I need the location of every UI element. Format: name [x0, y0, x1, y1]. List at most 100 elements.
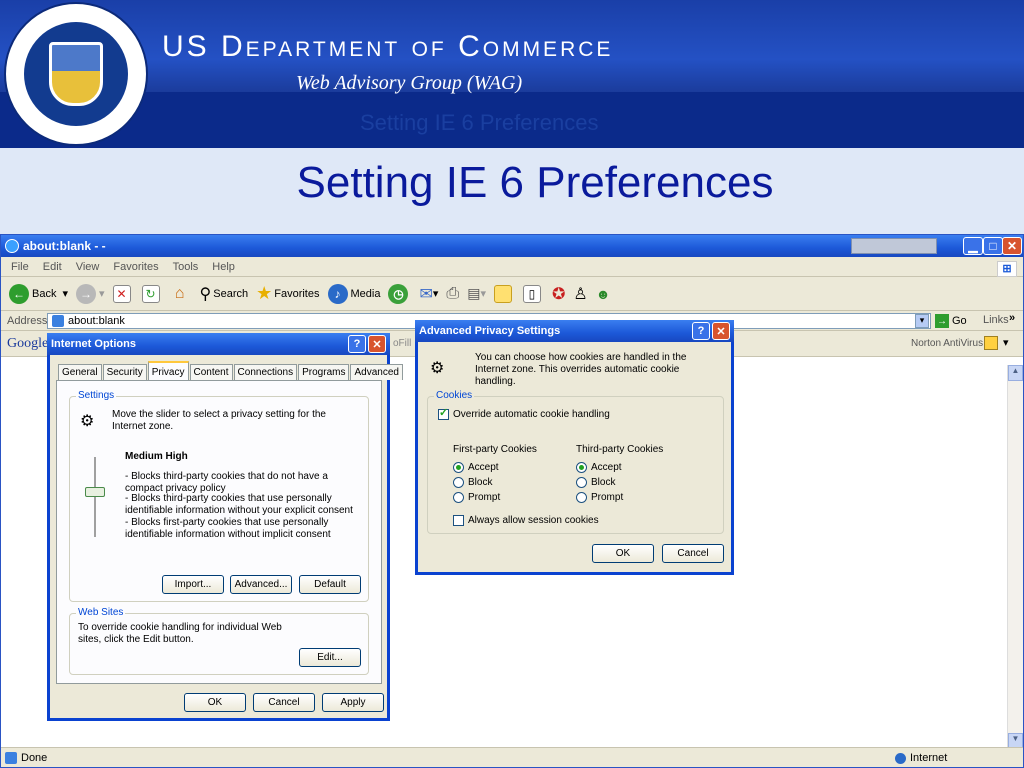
tab-programs[interactable]: Programs: [298, 364, 350, 380]
forward-dropdown-icon[interactable]: ▾: [99, 287, 105, 300]
media-button[interactable]: ♪ Media: [327, 283, 380, 304]
first-prompt-radio[interactable]: Prompt: [453, 492, 500, 504]
links-chevron-icon[interactable]: »: [1009, 312, 1015, 324]
menu-file[interactable]: File: [11, 261, 29, 273]
edit-page-icon: ▤: [467, 285, 481, 301]
edit-button[interactable]: Edit...: [299, 648, 361, 667]
back-dropdown-icon[interactable]: ▾: [62, 287, 68, 300]
dialog-close-button[interactable]: ✕: [368, 335, 386, 353]
maximize-button[interactable]: □: [983, 237, 1003, 255]
advanced-close-button[interactable]: ✕: [712, 322, 730, 340]
standard-toolbar: ← Back ▾ → ▾ ✕ ↻ ⌂ ⚲ Search ★ Favorites ♪ Medi…: [1, 277, 1023, 311]
session-check-icon[interactable]: [453, 515, 464, 526]
page-icon: [52, 315, 64, 327]
close-button[interactable]: ✕: [1002, 237, 1022, 255]
third-prompt-label: Prompt: [591, 492, 624, 504]
mail-button[interactable]: ✉ ▾: [419, 284, 438, 304]
go-label: Go: [952, 315, 967, 327]
override-check-icon[interactable]: [438, 407, 449, 420]
internet-options-titlebar: Internet Options ? ✕: [47, 333, 390, 355]
tab-privacy[interactable]: Privacy: [147, 361, 189, 380]
norton-icon[interactable]: [984, 336, 998, 350]
print-button[interactable]: ⎙: [446, 285, 459, 303]
window-title: about:blank - -: [23, 239, 106, 253]
tab-connections[interactable]: Connections: [233, 364, 298, 380]
menu-help[interactable]: Help: [212, 261, 235, 273]
back-arrow-icon: ←: [9, 283, 29, 304]
menu-tools[interactable]: Tools: [173, 261, 199, 273]
settings-intro-text: Move the slider to select a privacy sett…: [112, 409, 326, 432]
third-accept-radio[interactable]: Accept: [576, 462, 622, 474]
history-icon: ◷: [388, 283, 409, 304]
contacts-button[interactable]: ☻: [596, 286, 611, 302]
media-icon: ♪: [327, 283, 348, 304]
forward-button[interactable]: → ▾: [76, 283, 105, 304]
menu-favorites[interactable]: Favorites: [113, 261, 158, 273]
discuss-button[interactable]: [493, 284, 515, 303]
menu-view[interactable]: View: [76, 261, 100, 273]
radio-icon: [453, 462, 464, 473]
research-button[interactable]: ▯: [522, 284, 544, 303]
home-button[interactable]: ⌂: [171, 285, 192, 303]
refresh-button[interactable]: ↻: [141, 284, 163, 303]
override-checkbox[interactable]: Override automatic cookie handling: [438, 407, 610, 421]
tab-security[interactable]: Security: [102, 364, 147, 380]
links-label[interactable]: Links: [983, 314, 1009, 326]
advanced-button[interactable]: Advanced...: [230, 575, 292, 594]
tab-content[interactable]: Content: [189, 364, 233, 380]
google-logo[interactable]: Google: [7, 336, 48, 352]
default-button[interactable]: Default: [299, 575, 361, 594]
home-icon: ⌂: [174, 284, 185, 302]
privacy-slider-handle[interactable]: [85, 487, 105, 497]
first-prompt-label: Prompt: [468, 492, 501, 504]
advanced-ok-button[interactable]: OK: [592, 544, 654, 563]
menu-edit[interactable]: Edit: [43, 261, 62, 273]
vertical-scrollbar[interactable]: ▲ ▼: [1007, 365, 1023, 749]
edit-page-button[interactable]: ▤ ▾: [467, 285, 486, 302]
stop-button[interactable]: ✕: [112, 284, 134, 303]
award-button[interactable]: ✪: [552, 284, 565, 304]
messenger-button[interactable]: ♙: [573, 284, 587, 304]
norton-dropdown-icon[interactable]: ▾: [1003, 336, 1009, 349]
search-button[interactable]: ⚲ Search: [200, 284, 249, 304]
autofill-label[interactable]: oFill: [393, 338, 411, 349]
address-value: about:blank: [68, 315, 125, 327]
mail-dropdown-icon[interactable]: ▾: [433, 287, 439, 300]
globe-icon: [895, 752, 906, 764]
status-text: Done: [21, 751, 48, 764]
minimize-button[interactable]: ▁: [963, 237, 983, 255]
first-block-radio[interactable]: Block: [453, 477, 492, 489]
ok-button[interactable]: OK: [184, 693, 246, 712]
third-prompt-radio[interactable]: Prompt: [576, 492, 623, 504]
scroll-up-icon[interactable]: ▲: [1008, 365, 1023, 381]
back-button[interactable]: ← Back ▾: [9, 283, 68, 304]
edit-dropdown-icon[interactable]: ▾: [480, 287, 486, 300]
cancel-button[interactable]: Cancel: [253, 693, 315, 712]
third-block-label: Block: [591, 477, 616, 489]
seal-inner: [24, 22, 128, 126]
favorites-star-icon: ★: [256, 283, 273, 303]
norton-label[interactable]: Norton AntiVirus: [911, 338, 983, 349]
go-arrow-icon: →: [935, 314, 949, 328]
third-block-radio[interactable]: Block: [576, 477, 615, 489]
status-page-icon: [5, 751, 17, 764]
ghost-title: Setting IE 6 Preferences: [360, 110, 599, 135]
import-button[interactable]: Import...: [162, 575, 224, 594]
favorites-label: Favorites: [274, 287, 320, 300]
internet-options-dialog: Internet Options ? ✕ General Security Pr…: [47, 333, 403, 721]
address-dropdown-icon[interactable]: ▾: [915, 314, 929, 328]
slider-track[interactable]: [94, 457, 96, 537]
tab-advanced[interactable]: Advanced: [350, 364, 403, 380]
advanced-cancel-button[interactable]: Cancel: [662, 544, 724, 563]
apply-button[interactable]: Apply: [322, 693, 384, 712]
bullet-1: - Blocks third-party cookies that do not…: [125, 471, 328, 494]
help-button[interactable]: ?: [348, 335, 366, 353]
cookie-settings-icon: ⚙: [430, 360, 445, 377]
history-button[interactable]: ◷: [388, 283, 411, 304]
tab-general[interactable]: General: [58, 364, 102, 380]
first-accept-radio[interactable]: Accept: [453, 462, 499, 474]
go-button[interactable]: → Go: [935, 314, 967, 328]
advanced-help-button[interactable]: ?: [692, 322, 710, 340]
favorites-button[interactable]: ★ Favorites: [256, 283, 319, 304]
session-cookies-checkbox[interactable]: Always allow session cookies: [453, 515, 599, 527]
